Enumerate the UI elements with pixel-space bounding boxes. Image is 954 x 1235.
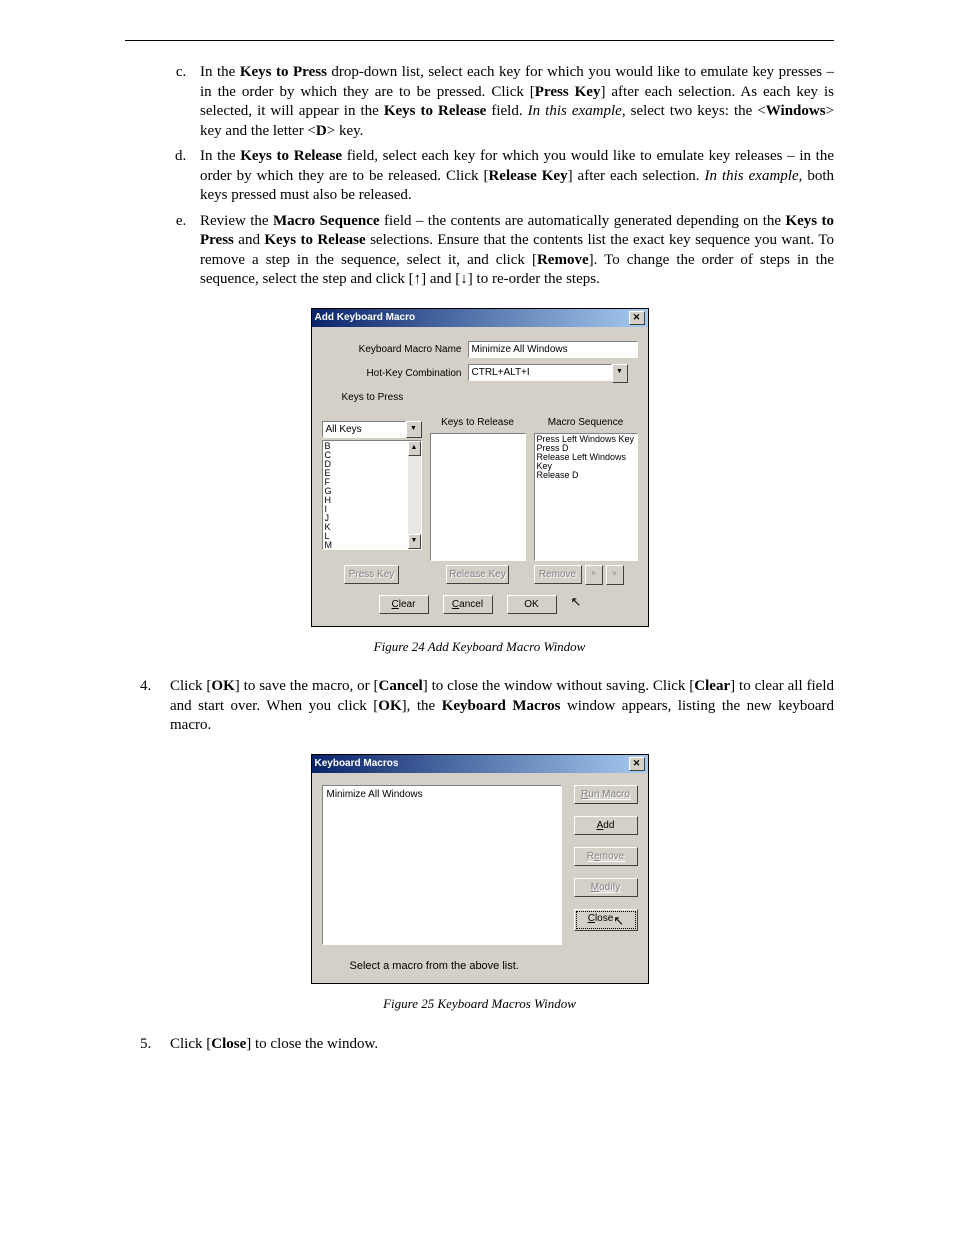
dialog1-title: Add Keyboard Macro [315, 311, 416, 324]
close-icon[interactable]: ✕ [629, 757, 645, 771]
figure-24-caption: Figure 24 Add Keyboard Macro Window [125, 639, 834, 656]
hotkey-combo[interactable]: CTRL+ALT+I ▼ [468, 364, 628, 383]
list-item[interactable]: B [325, 442, 419, 451]
list-item[interactable]: C [325, 451, 419, 460]
numbered-steps-4: Click [OK] to save the macro, or [Cancel… [125, 677, 834, 736]
step-d: In the Keys to Release field, select eac… [190, 147, 834, 206]
cancel-button[interactable]: Cancel [443, 595, 493, 614]
scrollbar[interactable]: ▲ ▼ [408, 441, 421, 549]
run-macro-button[interactable]: Run Macro [574, 785, 638, 804]
keyboard-macros-dialog: Keyboard Macros ✕ Minimize All Windows R… [311, 754, 649, 984]
list-item[interactable]: Minimize All Windows [327, 788, 557, 801]
macro-sequence-list[interactable]: Press Left Windows Key Press D Release L… [534, 433, 638, 561]
numbered-steps-5: Click [Close] to close the window. [125, 1035, 834, 1055]
list-item[interactable]: J [325, 514, 419, 523]
dialog2-title: Keyboard Macros [315, 757, 399, 770]
macro-sequence-label: Macro Sequence [534, 391, 638, 429]
press-key-button[interactable]: Press Key [344, 565, 399, 584]
hotkey-label: Hot-Key Combination [322, 367, 468, 380]
release-key-button[interactable]: Release Key [446, 565, 509, 584]
step-c: In the Keys to Press drop-down list, sel… [190, 63, 834, 141]
keys-filter-value: All Keys [322, 421, 406, 438]
hotkey-value: CTRL+ALT+I [468, 364, 612, 381]
remove-macro-button[interactable]: Remove [574, 847, 638, 866]
list-item[interactable]: Release D [537, 471, 635, 480]
keys-to-press-list[interactable]: B C D E F G H I J K L M N ▲ [322, 440, 422, 550]
cursor-icon: ↖ [571, 595, 581, 609]
chevron-down-icon[interactable]: ▼ [612, 364, 628, 383]
keys-filter-combo[interactable]: All Keys ▼ [322, 421, 422, 438]
list-item[interactable]: L [325, 532, 419, 541]
status-text: Select a macro from the above list. [312, 955, 648, 983]
dialog2-titlebar[interactable]: Keyboard Macros ✕ [312, 755, 648, 773]
cursor-icon: ↖ [613, 914, 623, 928]
move-up-icon[interactable]: ˄ [585, 565, 603, 585]
page-top-rule [125, 40, 834, 41]
clear-button[interactable]: Clear [379, 595, 429, 614]
add-button[interactable]: Add [574, 816, 638, 835]
move-down-icon[interactable]: ˅ [606, 565, 624, 585]
list-item[interactable]: D [325, 460, 419, 469]
step-4: Click [OK] to save the macro, or [Cancel… [155, 677, 834, 736]
list-item[interactable]: I [325, 505, 419, 514]
close-icon[interactable]: ✕ [629, 311, 645, 325]
macros-list[interactable]: Minimize All Windows [322, 785, 562, 945]
step-e: Review the Macro Sequence field – the co… [190, 212, 834, 290]
remove-button[interactable]: Remove [534, 565, 582, 584]
list-item[interactable]: F [325, 478, 419, 487]
chevron-down-icon[interactable]: ▼ [406, 421, 422, 438]
keys-to-release-label: Keys to Release [430, 391, 526, 429]
add-keyboard-macro-dialog: Add Keyboard Macro ✕ Keyboard Macro Name… [311, 308, 649, 627]
lettered-steps: In the Keys to Press drop-down list, sel… [125, 63, 834, 290]
dialog1-titlebar[interactable]: Add Keyboard Macro ✕ [312, 309, 648, 327]
macro-name-input[interactable]: Minimize All Windows [468, 341, 638, 358]
keys-to-release-list[interactable] [430, 433, 526, 561]
list-item[interactable]: Release Left Windows Key [537, 453, 635, 471]
macro-name-label: Keyboard Macro Name [322, 343, 468, 356]
figure-25-caption: Figure 25 Keyboard Macros Window [125, 996, 834, 1013]
close-button[interactable]: Close↖ [574, 909, 638, 931]
list-item[interactable]: E [325, 469, 419, 478]
list-item[interactable]: H [325, 496, 419, 505]
modify-button[interactable]: Modify [574, 878, 638, 897]
step-5: Click [Close] to close the window. [155, 1035, 834, 1055]
scroll-up-icon[interactable]: ▲ [408, 441, 421, 456]
ok-button[interactable]: OK [507, 595, 557, 614]
scroll-down-icon[interactable]: ▼ [408, 534, 421, 549]
list-item[interactable]: K [325, 523, 419, 532]
list-item[interactable]: M [325, 541, 419, 550]
keys-to-press-label: Keys to Press [322, 391, 422, 417]
list-item[interactable]: G [325, 487, 419, 496]
